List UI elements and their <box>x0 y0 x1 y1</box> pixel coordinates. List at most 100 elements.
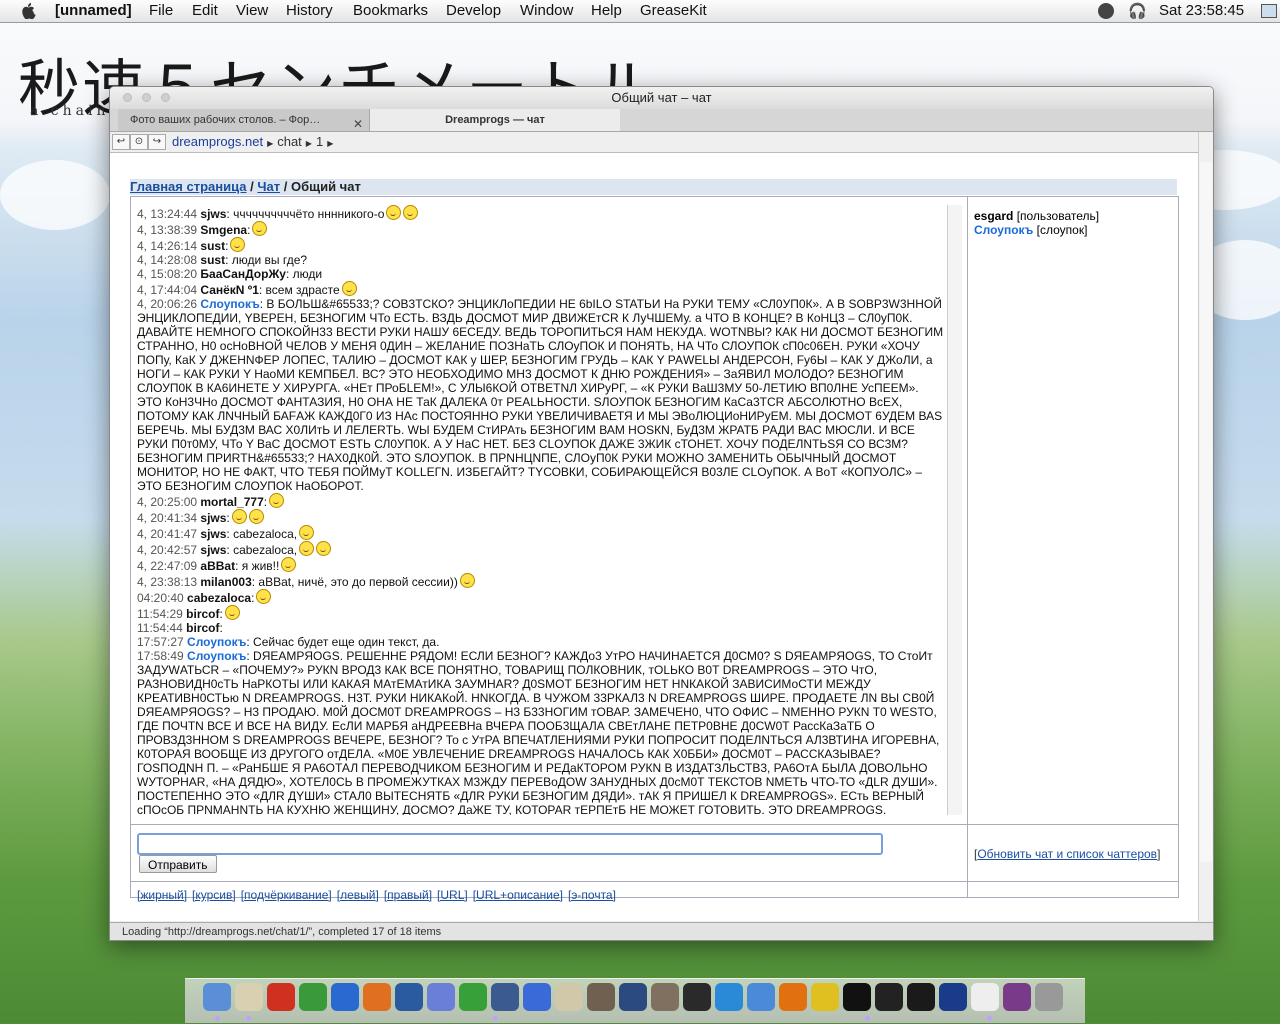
gimp2-icon[interactable] <box>651 983 679 1011</box>
message-nick[interactable]: cabezaloca <box>187 591 251 605</box>
breadcrumb-home-link[interactable]: Главная страница <box>130 179 246 194</box>
message-nick[interactable]: sjws <box>200 527 226 541</box>
message-nick[interactable]: sjws <box>200 511 226 525</box>
app-icon[interactable] <box>1003 983 1031 1011</box>
apple-icon[interactable] <box>20 2 36 19</box>
menu-help[interactable]: Help <box>591 2 622 19</box>
menu-file[interactable]: File <box>149 2 173 19</box>
menu-window[interactable]: Window <box>520 2 573 19</box>
message-nick[interactable]: БааСанДорЖу <box>200 267 286 281</box>
message-nick[interactable]: aBBat <box>200 559 235 573</box>
message-nick[interactable]: mortal_777 <box>200 495 263 509</box>
message-nick[interactable]: bircof <box>186 621 219 635</box>
gimp-icon[interactable] <box>587 983 615 1011</box>
photoshop-icon[interactable] <box>619 983 647 1011</box>
finder-icon[interactable] <box>203 983 231 1011</box>
menu-develop[interactable]: Develop <box>446 2 501 19</box>
user-nick[interactable]: esgard <box>974 209 1017 223</box>
breadcrumb: Главная страница / Чат / Общий чат <box>130 179 1177 195</box>
format-button[interactable]: [жирный] <box>137 888 187 902</box>
path-segment[interactable]: 1 <box>316 134 323 149</box>
back-icon[interactable]: ↩ <box>112 134 130 150</box>
menu-greasekit[interactable]: GreaseKit <box>640 2 707 19</box>
message-nick[interactable]: sjws <box>200 207 226 221</box>
console-icon[interactable] <box>875 983 903 1011</box>
format-button[interactable]: [курсив] <box>192 888 236 902</box>
refresh-chat-link[interactable]: Обновить чат и список чаттеров <box>977 847 1157 861</box>
network-icon[interactable] <box>395 983 423 1011</box>
adium-icon[interactable] <box>491 983 519 1011</box>
message-text: : всем здрасте <box>258 283 340 297</box>
menu-history[interactable]: History <box>286 2 333 19</box>
path-segment[interactable]: chat <box>277 134 302 149</box>
activity-icon[interactable] <box>907 983 935 1011</box>
message-nick[interactable]: Слоупокъ <box>187 635 246 649</box>
iphoto-icon[interactable] <box>427 983 455 1011</box>
format-button[interactable]: [подчёркивание] <box>241 888 332 902</box>
send-button[interactable]: Отправить <box>139 855 217 873</box>
message-nick[interactable]: Слоупокъ <box>200 297 259 311</box>
message-nick[interactable]: sjws <box>200 543 226 557</box>
tab-chat[interactable]: Dreamprogs — чат <box>370 109 620 131</box>
message-text: : aBBat, ничё, это до первой сессии)) <box>251 575 458 589</box>
status-menu-icon[interactable] <box>1098 3 1114 19</box>
safari-icon[interactable] <box>331 983 359 1011</box>
window-title: Общий чат – чат <box>611 90 712 105</box>
itunes-icon[interactable] <box>747 983 775 1011</box>
forward-icon[interactable]: ↪ <box>148 134 166 150</box>
message-scrollbar[interactable] <box>947 205 962 815</box>
monitor-icon[interactable] <box>939 983 967 1011</box>
message-nick[interactable]: bircof <box>186 607 219 621</box>
window-titlebar[interactable]: Общий чат – чат <box>110 87 1213 109</box>
menu-edit[interactable]: Edit <box>192 2 218 19</box>
path-host[interactable]: dreamprogs.net <box>172 134 263 149</box>
chat-message: 4, 20:25:00 mortal_777: <box>137 493 945 509</box>
message-nick[interactable]: СанёкN º1 <box>200 283 258 297</box>
message-text: : <box>247 223 251 237</box>
format-button[interactable]: [правый] <box>384 888 432 902</box>
menubar-clock[interactable]: Sat 23:58:45 <box>1159 2 1244 19</box>
stop-icon[interactable]: ⊙ <box>130 134 148 150</box>
message-nick[interactable]: sust <box>200 239 225 253</box>
settings-icon[interactable] <box>459 983 487 1011</box>
format-button[interactable]: [URL+описание] <box>473 888 563 902</box>
x11-icon[interactable] <box>971 983 999 1011</box>
format-button[interactable]: [URL] <box>437 888 468 902</box>
menu-bookmarks[interactable]: Bookmarks <box>353 2 428 19</box>
menu-app-name[interactable]: [unnamed] <box>55 2 132 19</box>
message-input[interactable] <box>137 833 883 855</box>
message-text: : <box>263 495 268 509</box>
trash-icon[interactable] <box>1035 983 1063 1011</box>
opera-icon[interactable] <box>267 983 295 1011</box>
breadcrumb-chat-link[interactable]: Чат <box>257 179 280 194</box>
status-bar: Loading “http://dreamprogs.net/chat/1/”,… <box>110 922 1213 940</box>
message-text: : <box>219 607 223 621</box>
message-list[interactable]: 4, 13:24:44 sjws: ччччччччччёто нннниког… <box>137 205 945 815</box>
dock <box>185 978 1085 1023</box>
message-nick[interactable]: Smgena <box>200 223 247 237</box>
message-nick[interactable]: sust <box>200 253 225 267</box>
menu-view[interactable]: View <box>236 2 268 19</box>
headphones-icon[interactable]: 🎧 <box>1128 2 1147 20</box>
tab-photos[interactable]: Фото ваших рабочих столов. – Фор… ✕ <box>118 109 370 131</box>
page-scrollbar[interactable] <box>1198 132 1213 921</box>
menubar: [unnamed] File Edit View History Bookmar… <box>0 0 1280 23</box>
message-nick[interactable]: Слоупокъ <box>187 649 246 663</box>
firefox-icon[interactable] <box>363 983 391 1011</box>
user-nick[interactable]: Слоупокъ <box>974 223 1037 237</box>
clock-icon[interactable] <box>683 983 711 1011</box>
message-nick[interactable]: milan003 <box>200 575 251 589</box>
chrome-icon[interactable] <box>299 983 327 1011</box>
display-menu-icon[interactable] <box>1261 4 1277 18</box>
terminal-icon[interactable] <box>843 983 871 1011</box>
textedit-icon[interactable] <box>555 983 583 1011</box>
message-text: : В БОЛЬШ&#65533;? СОВ3ТСКО? ЭНЦИКЛоПЕДИ… <box>137 297 944 493</box>
vlc-icon[interactable] <box>779 983 807 1011</box>
quicksilver-icon[interactable] <box>715 983 743 1011</box>
radiation-icon[interactable] <box>811 983 839 1011</box>
scrollbar-thumb[interactable] <box>1200 162 1212 862</box>
format-button[interactable]: [э-почта] <box>568 888 616 902</box>
mail-icon[interactable] <box>235 983 263 1011</box>
quicktime-icon[interactable] <box>523 983 551 1011</box>
format-button[interactable]: [левый] <box>337 888 379 902</box>
